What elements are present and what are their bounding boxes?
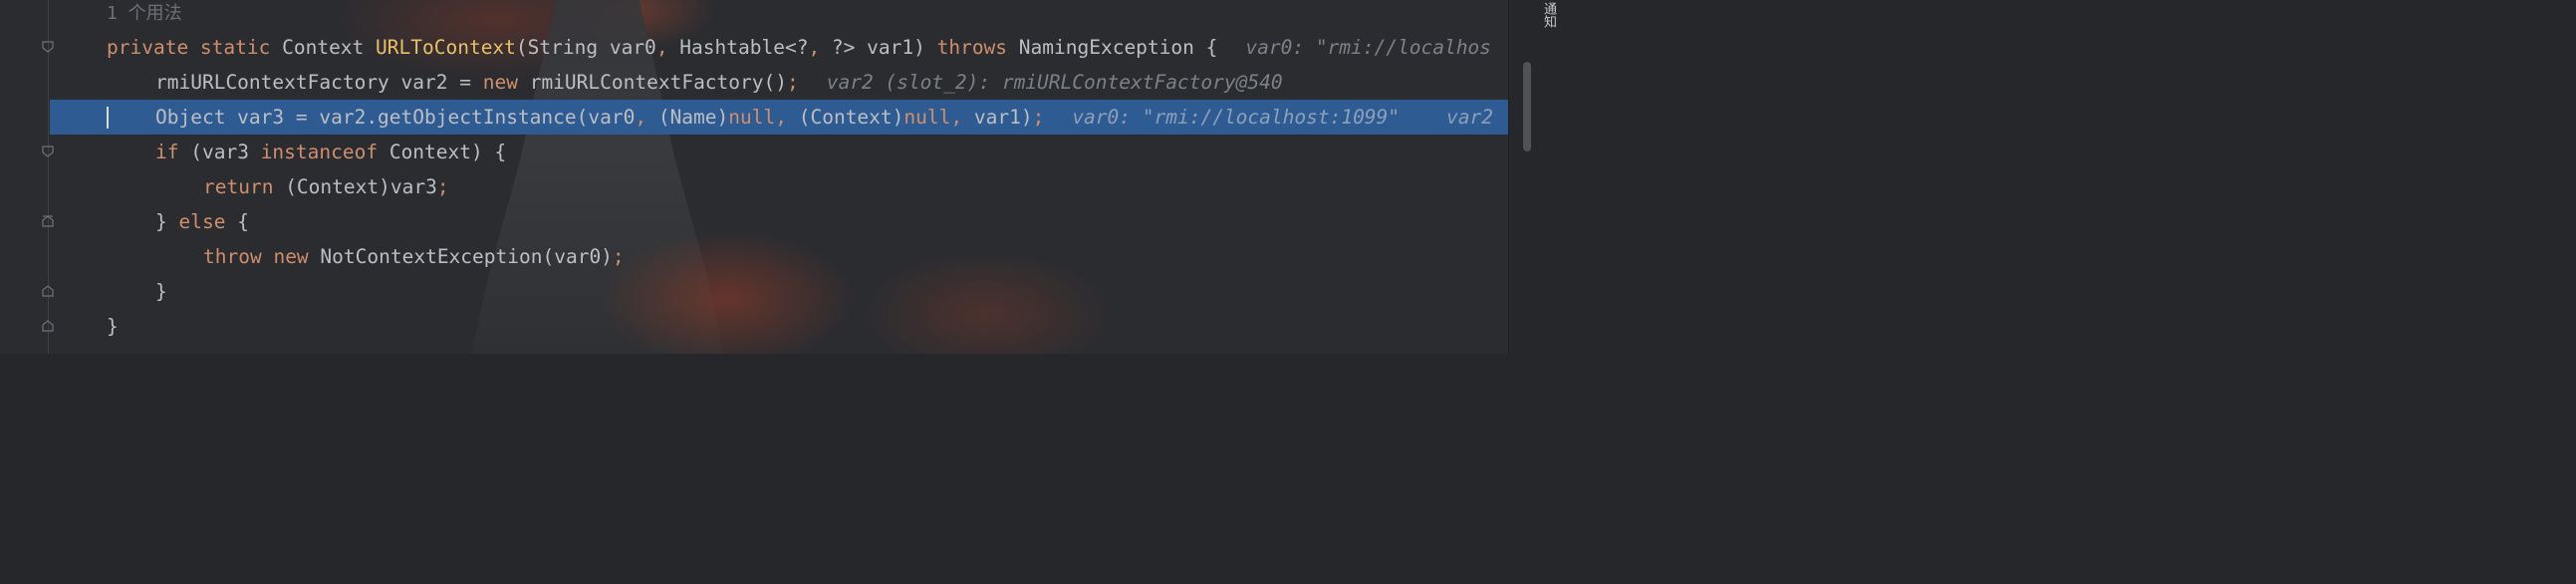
code-line-1[interactable]: private static Context URLToContext(Stri… [0, 30, 1508, 65]
usage-hint-line: 1 个用法 [0, 0, 1508, 31]
code-token: , [635, 106, 658, 129]
fold-start-icon[interactable] [42, 146, 54, 157]
keyword-token: null [728, 106, 776, 129]
notifications-tab[interactable]: 通知 [1540, 2, 1558, 28]
fold-end-icon[interactable] [42, 285, 54, 297]
code-token: } [155, 210, 179, 233]
code-token: , [950, 106, 974, 129]
keyword-token: throws [936, 36, 1019, 59]
code-token: Hashtable<? [679, 36, 809, 59]
fold-end-icon[interactable] [42, 320, 54, 332]
code-token: ; [786, 71, 799, 94]
code-token: , [655, 36, 680, 59]
code-line-9[interactable]: } [0, 309, 1508, 344]
code-token: (Name) [657, 106, 729, 129]
fold-marker-icon[interactable] [42, 215, 54, 227]
code-text: Object var3 = var2.getObjectInstance(var… [155, 100, 1493, 135]
code-token: var1) [973, 106, 1033, 129]
code-token: Object var3 = var2.getObjectInstance(var… [155, 106, 636, 129]
code-editor[interactable]: 1 个用法 private static Context URLToContex… [0, 0, 1508, 354]
code-line-5[interactable]: return (Context)var3; [0, 169, 1508, 204]
code-token: , [775, 106, 799, 129]
keyword-token: new [273, 245, 321, 268]
code-text: } else { [155, 204, 249, 239]
code-token: ; [1032, 106, 1045, 129]
keyword-token: return [203, 175, 286, 198]
fold-start-icon[interactable] [42, 41, 54, 53]
code-token: (var3 [190, 141, 261, 163]
method-name-token: URLToContext [376, 36, 516, 59]
code-token: } [155, 280, 167, 303]
code-text: } [155, 274, 167, 309]
keyword-token: static [199, 36, 283, 59]
code-token: ?> var1) [831, 36, 937, 59]
code-line-4[interactable]: if (var3 instanceof Context) { [0, 135, 1508, 169]
keyword-token: private [107, 36, 200, 59]
code-token: (String var0 [515, 36, 656, 59]
usage-hint[interactable]: 1 个用法 [107, 0, 182, 31]
code-token: (Context)var3 [285, 175, 437, 198]
code-token: } [107, 315, 119, 338]
keyword-token: if [155, 141, 191, 163]
keyword-token: null [903, 106, 951, 129]
keyword-token: throw [203, 245, 274, 268]
keyword-token: else [178, 210, 238, 233]
code-text: if (var3 instanceof Context) { [155, 135, 506, 169]
code-token: (Context) [798, 106, 904, 129]
code-line-6[interactable]: } else { [0, 204, 1508, 239]
code-token: Context [282, 36, 377, 59]
keyword-token: new [482, 71, 530, 94]
code-token: Context) { [388, 141, 507, 163]
code-text: rmiURLContextFactory var2 = new rmiURLCo… [155, 65, 1283, 100]
code-token: , [808, 36, 832, 59]
code-token: rmiURLContextFactory var2 = [155, 71, 483, 94]
code-text: } [107, 309, 119, 344]
code-line-3-current[interactable]: Object var3 = var2.getObjectInstance(var… [50, 100, 1508, 135]
code-line-2[interactable]: rmiURLContextFactory var2 = new rmiURLCo… [0, 65, 1508, 100]
code-text: return (Context)var3; [203, 169, 449, 204]
editor-border [1508, 0, 1509, 354]
debug-inline-value[interactable]: var2 (slot_2): rmiURLContextFactory@540 [827, 71, 1283, 94]
code-text: private static Context URLToContext(Stri… [107, 30, 1491, 65]
code-token: NotContextException(var0) [320, 245, 613, 268]
code-token: ; [612, 245, 625, 268]
debug-inline-value[interactable]: var0: "rmi://localhos [1245, 36, 1491, 59]
debug-inline-value[interactable]: var0: "rmi://localhost:1099" var2 [1072, 106, 1493, 129]
keyword-token: instanceof [260, 141, 389, 163]
code-token: { [237, 210, 249, 233]
vertical-scrollbar[interactable] [1523, 62, 1531, 151]
code-token: NamingException { [1018, 36, 1218, 59]
code-token: rmiURLContextFactory() [529, 71, 787, 94]
code-token: ; [436, 175, 449, 198]
text-caret [107, 107, 109, 129]
code-text: throw new NotContextException(var0); [203, 239, 625, 274]
code-line-8[interactable]: } [0, 274, 1508, 309]
code-line-7[interactable]: throw new NotContextException(var0); [0, 239, 1508, 274]
